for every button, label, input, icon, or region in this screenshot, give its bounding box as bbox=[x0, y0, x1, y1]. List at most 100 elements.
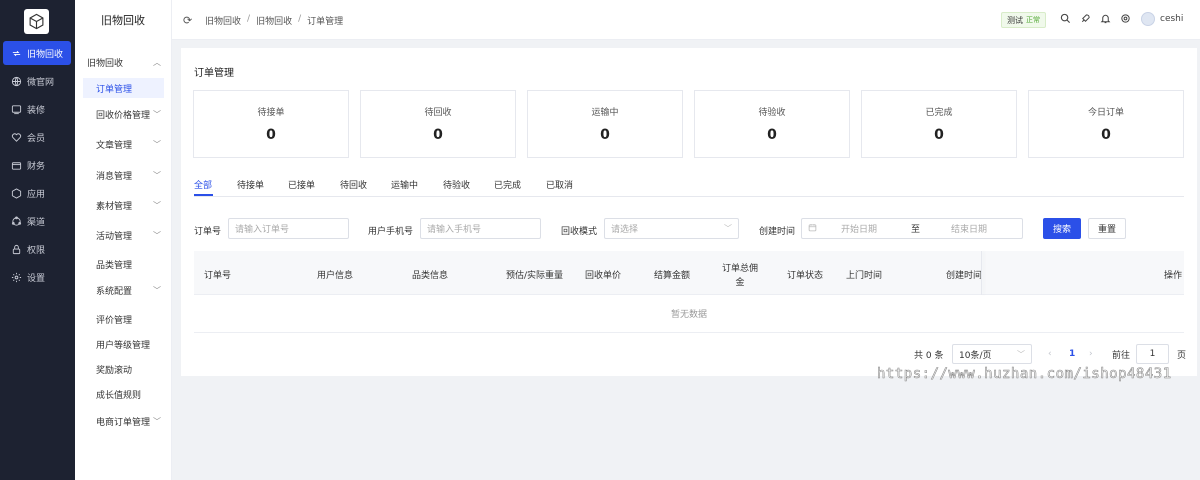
stat-card-completed: 已完成 0 bbox=[861, 90, 1017, 158]
refresh-icon[interactable]: ⟳ bbox=[183, 14, 192, 27]
primary-nav-rail: 旧物回收 微官网 装修 会员 财务 应用 渠道 权限 设置 bbox=[0, 0, 75, 480]
rail-item-member[interactable]: 会员 bbox=[3, 125, 71, 149]
sidebar-item-label: 文章管理 bbox=[96, 140, 133, 151]
chevron-down-icon: ﹀ bbox=[153, 109, 161, 119]
stat-label: 运输中 bbox=[591, 108, 619, 118]
recycle-icon bbox=[12, 50, 21, 56]
sidebar-item-price[interactable]: 回收价格管理 ﹀ bbox=[83, 104, 164, 124]
tab-all[interactable]: 全部 bbox=[194, 178, 212, 191]
fixed-column-divider bbox=[981, 251, 982, 295]
created-time-label: 创建时间 bbox=[759, 227, 796, 237]
stat-label: 待验收 bbox=[758, 108, 786, 118]
rail-item-decoration[interactable]: 装修 bbox=[3, 97, 71, 121]
sidebar-item-rewards[interactable]: 奖励滚动 bbox=[83, 359, 164, 379]
stat-value: 0 bbox=[600, 127, 610, 143]
sidebar-item-categories[interactable]: 品类管理 bbox=[83, 254, 164, 274]
chevron-left-icon[interactable]: ‹ bbox=[1048, 344, 1052, 364]
tab-accepted[interactable]: 已接单 bbox=[288, 178, 315, 191]
column-header: 订单状态 bbox=[787, 271, 824, 281]
sidebar-item-label: 奖励滚动 bbox=[96, 365, 133, 376]
sidebar-item-activities[interactable]: 活动管理 ﹀ bbox=[83, 225, 164, 245]
phone-placeholder: 请输入手机号 bbox=[427, 225, 482, 235]
sidebar-item-growth[interactable]: 成长值规则 bbox=[83, 384, 164, 404]
search-icon[interactable] bbox=[1060, 13, 1071, 27]
layout-icon bbox=[11, 104, 22, 114]
sidebar-group-recycle[interactable]: 旧物回收 ︿ bbox=[83, 52, 164, 72]
order-no-input[interactable]: 请输入订单号 bbox=[228, 218, 349, 239]
tab-pending-recycle[interactable]: 待回收 bbox=[340, 178, 367, 191]
rail-item-settings[interactable]: 设置 bbox=[3, 265, 71, 289]
breadcrumb-separator: / bbox=[247, 14, 251, 24]
sidebar-item-reviews[interactable]: 评价管理 bbox=[83, 309, 164, 329]
bell-icon[interactable] bbox=[1100, 13, 1111, 27]
page-title: 订单管理 bbox=[194, 68, 234, 79]
gear-icon[interactable] bbox=[1120, 13, 1131, 27]
stat-value: 0 bbox=[1101, 127, 1111, 143]
tab-pending-accept[interactable]: 待接单 bbox=[237, 178, 264, 191]
username[interactable]: ceshi bbox=[1160, 14, 1183, 24]
order-no-label: 订单号 bbox=[194, 227, 222, 237]
search-button[interactable]: 搜索 bbox=[1043, 218, 1081, 239]
sidebar-item-system[interactable]: 系统配置 ﹀ bbox=[83, 280, 164, 300]
rail-item-recycle[interactable]: 旧物回收 bbox=[3, 41, 71, 65]
heart-icon bbox=[11, 132, 22, 142]
column-header: 上门时间 bbox=[846, 271, 883, 281]
goto-label: 前往 bbox=[1112, 350, 1131, 361]
rail-item-permission[interactable]: 权限 bbox=[3, 237, 71, 261]
breadcrumb-item[interactable]: 旧物回收 bbox=[256, 14, 292, 27]
stat-label: 待回收 bbox=[424, 108, 452, 118]
rail-item-finance[interactable]: 财务 bbox=[3, 153, 71, 177]
secondary-sidebar: 旧物回收 旧物回收 ︿ 订单管理 回收价格管理 ﹀ 文章管理 ﹀ 消息管理 ﹀ … bbox=[75, 0, 172, 480]
chevron-down-icon: ﹀ bbox=[153, 139, 161, 149]
sidebar-item-orders[interactable]: 订单管理 bbox=[83, 78, 164, 98]
column-header: 预估/实际重量 bbox=[506, 271, 564, 281]
date-range-picker[interactable]: 开始日期 至 结束日期 bbox=[801, 218, 1023, 239]
rail-item-website[interactable]: 微官网 bbox=[3, 69, 71, 93]
tab-in-transit[interactable]: 运输中 bbox=[391, 178, 418, 191]
mode-select[interactable]: 请选择 ﹀ bbox=[604, 218, 739, 239]
rocket-icon[interactable] bbox=[1080, 13, 1091, 27]
chevron-right-icon[interactable]: › bbox=[1089, 344, 1093, 364]
column-header: 操作 bbox=[1164, 271, 1183, 281]
pagination-total: 共 0 条 bbox=[914, 350, 944, 361]
logo bbox=[24, 9, 49, 34]
mode-label: 回收模式 bbox=[561, 227, 598, 237]
phone-input[interactable]: 请输入手机号 bbox=[420, 218, 541, 239]
range-separator: 至 bbox=[911, 225, 921, 235]
sidebar-item-articles[interactable]: 文章管理 ﹀ bbox=[83, 134, 164, 154]
goto-page-input[interactable]: 1 bbox=[1136, 344, 1169, 364]
sidebar-item-ecommerce-orders[interactable]: 电商订单管理 ﹀ bbox=[83, 411, 164, 431]
sidebar-group-label: 旧物回收 bbox=[87, 58, 124, 69]
chevron-down-icon: ﹀ bbox=[153, 416, 161, 426]
channel-icon bbox=[11, 215, 22, 226]
reset-button[interactable]: 重置 bbox=[1088, 218, 1126, 239]
rail-item-apps[interactable]: 应用 bbox=[3, 181, 71, 205]
page-size-value: 10条/页 bbox=[959, 350, 992, 361]
column-header: 订单号 bbox=[204, 271, 232, 281]
chevron-down-icon: ﹀ bbox=[153, 285, 161, 295]
tab-cancelled[interactable]: 已取消 bbox=[546, 178, 573, 191]
chevron-down-icon: ﹀ bbox=[724, 224, 732, 233]
stat-value: 0 bbox=[433, 127, 443, 143]
breadcrumb: 旧物回收 / 旧物回收 / 订单管理 bbox=[205, 14, 343, 27]
page-size-select[interactable]: 10条/页 ﹀ bbox=[952, 344, 1032, 364]
stat-value: 0 bbox=[266, 127, 276, 143]
env-status: 正常 bbox=[1026, 16, 1040, 24]
tab-pending-inspection[interactable]: 待验收 bbox=[443, 178, 470, 191]
avatar[interactable] bbox=[1141, 12, 1155, 26]
rail-item-channel[interactable]: 渠道 bbox=[3, 209, 71, 233]
gear-icon bbox=[11, 272, 22, 282]
rail-item-label: 渠道 bbox=[27, 217, 46, 228]
sidebar-item-materials[interactable]: 素材管理 ﹀ bbox=[83, 195, 164, 215]
sidebar-item-messages[interactable]: 消息管理 ﹀ bbox=[83, 165, 164, 185]
chevron-down-icon: ﹀ bbox=[153, 230, 161, 240]
rail-item-label: 会员 bbox=[27, 133, 46, 144]
sidebar-item-label: 素材管理 bbox=[96, 201, 133, 212]
stat-value: 0 bbox=[934, 127, 944, 143]
sidebar-item-user-levels[interactable]: 用户等级管理 bbox=[83, 334, 164, 354]
chevron-up-icon: ︿ bbox=[153, 57, 161, 67]
sidebar-item-label: 回收价格管理 bbox=[96, 110, 151, 121]
tab-completed[interactable]: 已完成 bbox=[494, 178, 521, 191]
breadcrumb-item[interactable]: 旧物回收 bbox=[205, 14, 241, 27]
page-number-current[interactable]: 1 bbox=[1069, 344, 1075, 364]
